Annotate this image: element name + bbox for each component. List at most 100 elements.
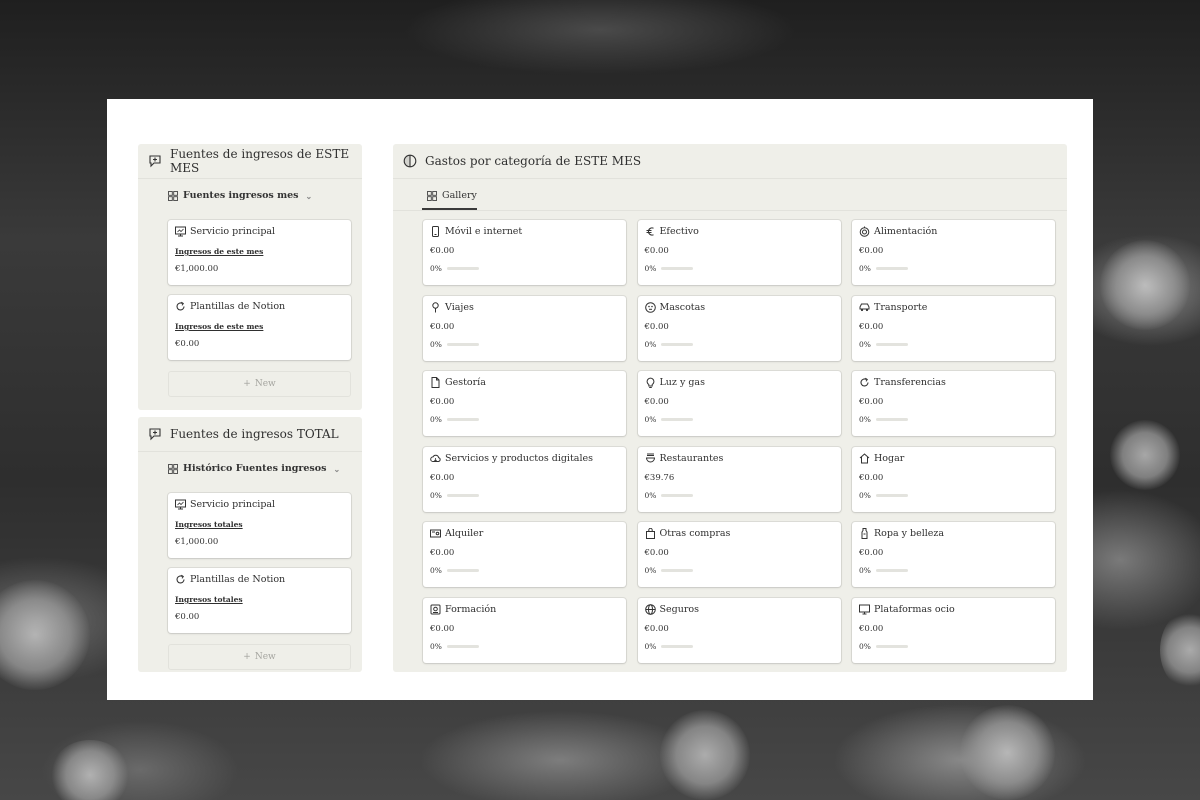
expense-card[interactable]: Plataformas ocio €0.00 0% bbox=[852, 597, 1055, 663]
card-title: Hogar bbox=[859, 453, 904, 464]
book-icon bbox=[430, 604, 441, 615]
cloud-icon bbox=[430, 453, 441, 464]
progress-bar bbox=[661, 418, 694, 421]
tab-divider bbox=[393, 210, 1067, 211]
card-name: Servicio principal bbox=[190, 499, 276, 510]
card-title: Servicio principal bbox=[175, 499, 275, 510]
bulb-icon bbox=[645, 377, 656, 388]
progress-bar bbox=[446, 569, 479, 572]
income-card[interactable]: Plantillas de Notion Ingresos de este me… bbox=[168, 295, 351, 360]
card-name: Transporte bbox=[874, 301, 928, 313]
card-title: Efectivo bbox=[645, 226, 699, 237]
card-title: Viajes bbox=[430, 302, 474, 313]
expense-card[interactable]: Otras compras €0.00 0% bbox=[637, 522, 841, 587]
refresh-icon bbox=[859, 377, 870, 388]
card-title: Servicio principal bbox=[175, 226, 275, 237]
restaurant-icon bbox=[645, 453, 656, 464]
expense-card[interactable]: Alimentación €0.00 0% bbox=[852, 220, 1055, 285]
progress-bar bbox=[875, 418, 908, 421]
card-progress: 0% bbox=[645, 264, 694, 273]
card-title: Ropa y belleza bbox=[859, 528, 944, 539]
gallery-icon bbox=[168, 190, 178, 201]
expense-card[interactable]: Luz y gas €0.00 0% bbox=[637, 371, 841, 436]
card-amount: €0.00 bbox=[644, 623, 669, 634]
new-income-button[interactable]: + New bbox=[168, 644, 351, 670]
bottle-icon bbox=[859, 528, 870, 539]
relation-link[interactable]: Ingresos de este mes bbox=[175, 247, 263, 256]
card-amount: €0.00 bbox=[859, 472, 884, 483]
card-progress: 0% bbox=[859, 340, 908, 349]
total-income-header: Fuentes de ingresos TOTAL bbox=[138, 417, 362, 452]
pet-icon bbox=[644, 301, 656, 313]
progress-bar bbox=[875, 267, 908, 270]
relation-link[interactable]: Ingresos totales bbox=[175, 595, 243, 604]
total-income-title: Fuentes de ingresos TOTAL bbox=[170, 427, 339, 441]
background-flower bbox=[50, 740, 130, 800]
new-income-button[interactable]: + New bbox=[168, 371, 351, 397]
progress-bar bbox=[661, 644, 694, 648]
card-name: Gestoría bbox=[445, 377, 486, 388]
bag-icon bbox=[645, 528, 656, 539]
card-amount: €0.00 bbox=[430, 623, 455, 634]
background-flower bbox=[1100, 240, 1190, 330]
card-progress: 0% bbox=[430, 642, 479, 651]
expense-card[interactable]: Transferencias €0.00 0% bbox=[852, 371, 1055, 436]
background-flower bbox=[1160, 610, 1200, 690]
income-card[interactable]: Plantillas de Notion Ingresos totales €0… bbox=[168, 568, 351, 633]
background-flower bbox=[660, 710, 750, 800]
expenses-panel: Gastos por categoría de ESTE MES Gallery… bbox=[393, 144, 1067, 672]
monthly-income-view-tab[interactable]: Fuentes ingresos mes ⌄ bbox=[168, 190, 312, 201]
percent-label: 0% bbox=[430, 264, 442, 273]
expenses-header: Gastos por categoría de ESTE MES bbox=[393, 144, 1067, 179]
percent-label: 0% bbox=[644, 339, 657, 349]
card-name: Restaurantes bbox=[659, 452, 724, 464]
relation-link[interactable]: Ingresos totales bbox=[175, 520, 243, 529]
expense-card[interactable]: Gestoría €0.00 0% bbox=[423, 371, 626, 436]
expense-card[interactable]: Seguros €0.00 0% bbox=[637, 597, 841, 663]
card-amount: €0.00 bbox=[175, 612, 200, 622]
expense-card[interactable]: Alquiler €0.00 0% bbox=[423, 522, 626, 587]
card-title: Luz y gas bbox=[645, 377, 705, 388]
card-name: Otras compras bbox=[659, 528, 731, 539]
expense-card[interactable]: Formación €0.00 0% bbox=[423, 597, 626, 663]
card-amount: €0.00 bbox=[644, 246, 669, 256]
progress-bar bbox=[446, 342, 479, 346]
expense-card[interactable]: Restaurantes €39.76 0% bbox=[637, 446, 841, 512]
expense-card[interactable]: Transporte €0.00 0% bbox=[852, 295, 1055, 361]
percent-label: 0% bbox=[430, 339, 442, 349]
income-card[interactable]: Servicio principal Ingresos totales €1,0… bbox=[168, 493, 351, 558]
expense-card[interactable]: Hogar €0.00 0% bbox=[852, 446, 1055, 512]
card-progress: 0% bbox=[859, 642, 908, 651]
card-name: Móvil e internet bbox=[445, 226, 523, 237]
view-label: Histórico Fuentes ingresos bbox=[183, 463, 327, 474]
expense-card[interactable]: Servicios y productos digitales €0.00 0% bbox=[423, 446, 626, 512]
view-label: Gallery bbox=[442, 190, 477, 201]
card-amount: €0.00 bbox=[859, 246, 884, 256]
card-title: Móvil e internet bbox=[430, 226, 522, 237]
card-amount: €0.00 bbox=[175, 339, 200, 349]
progress-bar bbox=[661, 569, 694, 572]
income-card[interactable]: Servicio principal Ingresos de este mes … bbox=[168, 220, 351, 285]
card-amount: €0.00 bbox=[430, 472, 455, 483]
total-income-view-tab[interactable]: Histórico Fuentes ingresos ⌄ bbox=[168, 463, 340, 474]
card-name: Seguros bbox=[659, 603, 699, 615]
card-amount: €1,000.00 bbox=[175, 537, 219, 547]
notion-page: Fuentes de ingresos de ESTE MES Fuentes … bbox=[107, 99, 1093, 700]
relation-link[interactable]: Ingresos de este mes bbox=[175, 322, 263, 331]
expense-card[interactable]: Mascotas €0.00 0% bbox=[637, 295, 841, 361]
gallery-view-tab[interactable]: Gallery bbox=[427, 190, 477, 201]
progress-bar bbox=[661, 267, 694, 270]
expense-card[interactable]: Viajes €0.00 0% bbox=[423, 295, 626, 361]
progress-bar bbox=[875, 493, 908, 497]
expense-card[interactable]: Móvil e internet €0.00 0% bbox=[423, 220, 626, 285]
expense-card[interactable]: Efectivo €0.00 0% bbox=[637, 220, 841, 285]
card-progress: 0% bbox=[645, 642, 694, 651]
card-amount: €1,000.00 bbox=[175, 264, 219, 274]
monthly-income-panel: Fuentes de ingresos de ESTE MES Fuentes … bbox=[138, 144, 362, 410]
card-name: Mascotas bbox=[659, 301, 706, 313]
expense-card[interactable]: Ropa y belleza €0.00 0% bbox=[852, 522, 1055, 587]
card-title: Restaurantes bbox=[645, 452, 724, 464]
card-amount: €0.00 bbox=[644, 321, 669, 332]
card-amount: €0.00 bbox=[430, 548, 455, 558]
card-name: Plantillas de Notion bbox=[190, 574, 286, 585]
